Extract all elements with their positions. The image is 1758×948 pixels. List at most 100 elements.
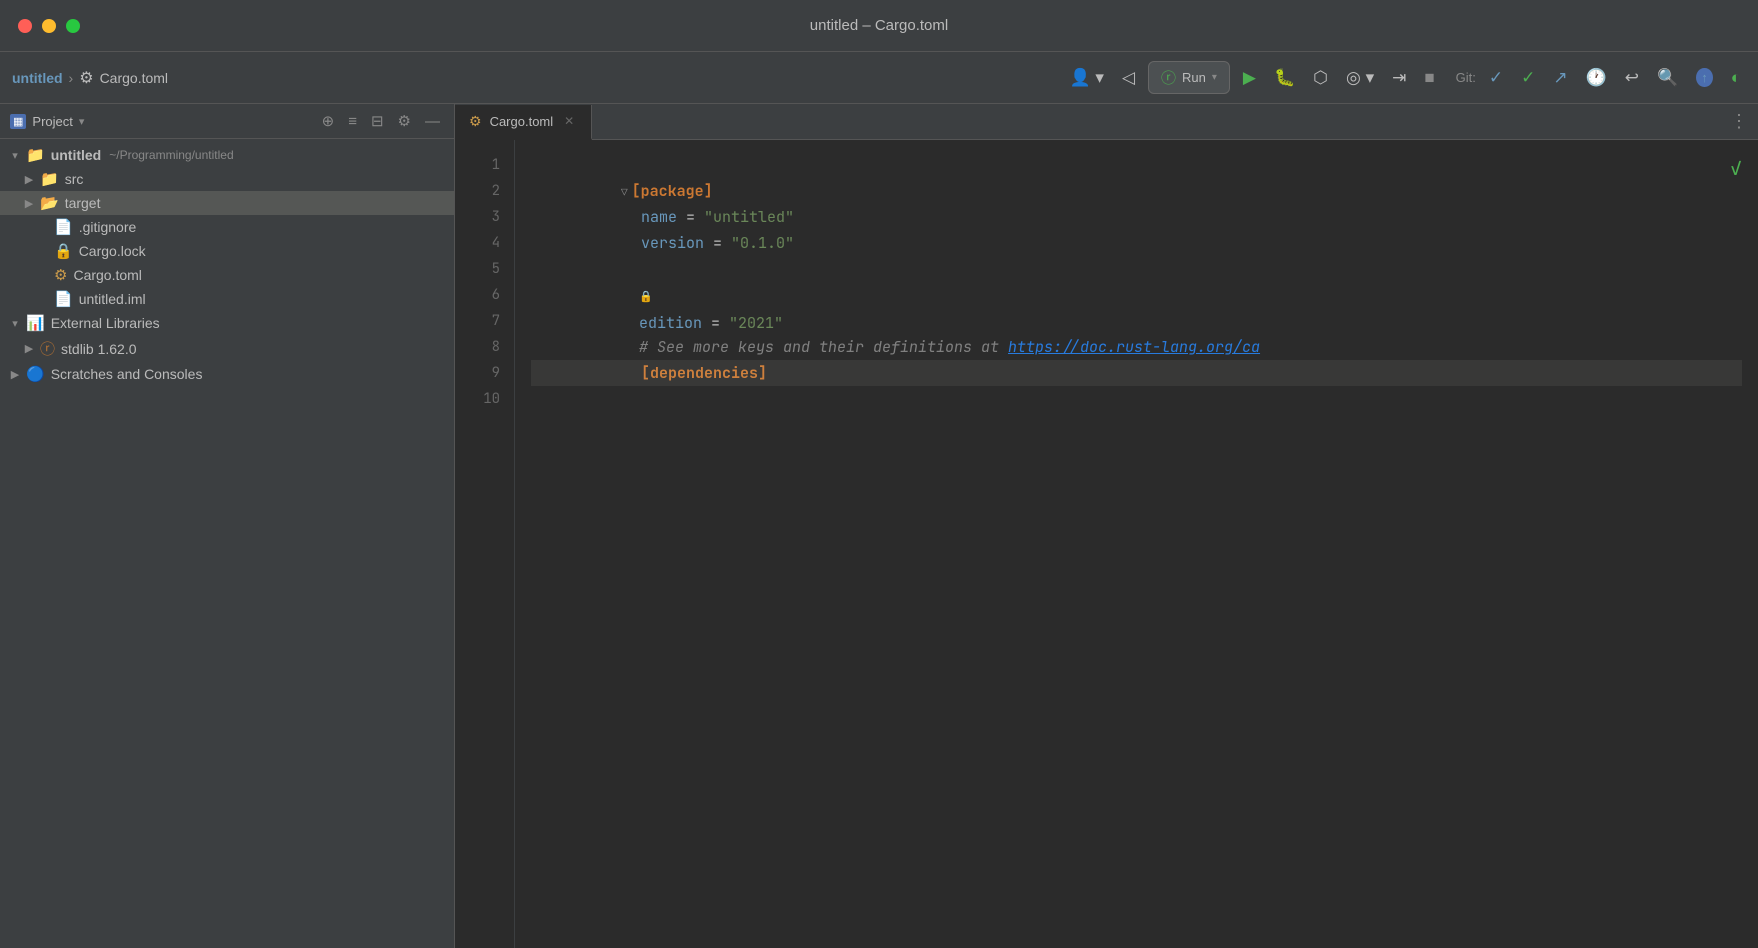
tab-label: Cargo.toml [490,114,554,129]
code-content[interactable]: ▽[package] name = "untitled" version = "… [515,140,1758,948]
close-sidebar-button[interactable]: — [421,110,444,132]
debug-icon: 🐛 [1274,68,1295,88]
git-commit-button[interactable]: ✓ [1516,64,1540,92]
tab-cargo-toml[interactable]: ⚙ Cargo.toml ✕ [455,105,592,140]
title-bar: untitled – Cargo.toml [0,0,1758,52]
account-button[interactable]: 👤 ▾ [1065,64,1109,92]
help-icon: ◐ [1731,68,1741,88]
run-dropdown-arrow: ▾ [1212,72,1217,83]
upload-icon: ↑ [1696,68,1713,87]
iml-label: untitled.iml [79,291,146,307]
cargo-toml-label: Cargo.toml [73,267,141,283]
expand-icon: ▶ [22,342,36,355]
sidebar-item-gitignore[interactable]: 📄 .gitignore [0,215,454,239]
profile-icon: ⬡ [1313,68,1328,88]
add-item-button[interactable]: ⊕ [318,110,339,132]
code-line-7 [531,308,1742,334]
git-push-button[interactable]: ↗ [1548,64,1572,92]
code-line-9[interactable] [531,360,1742,386]
scratches-icon: 🔵 [26,365,45,383]
run-icon: ⓡ [1161,67,1176,88]
editor-tabs: ⚙ Cargo.toml ✕ ⋮ [455,104,1758,140]
expand-icon: ▶ [22,197,36,210]
minimize-button[interactable] [42,19,56,33]
sidebar-item-stdlib[interactable]: ▶ ⓡ stdlib 1.62.0 [0,335,454,362]
file-icon: ⚙ [79,68,93,88]
sidebar: ▦ Project ▾ ⊕ ≡ ⊟ ⚙ — ▾ 📁 untitled ~/Pro… [0,104,455,948]
coverage-icon: ◎ ▾ [1346,68,1374,88]
stop-button[interactable]: ■ [1419,64,1439,92]
settings-button[interactable]: ⚙ [394,110,415,132]
sidebar-item-src[interactable]: ▶ 📁 src [0,167,454,191]
run-button[interactable]: ⓡ Run ▾ [1148,61,1230,94]
sidebar-item-cargo-lock[interactable]: 🔒 Cargo.lock [0,239,454,263]
line-num-8: 8 [455,334,514,360]
line-num-4: 4 [455,230,514,256]
line-num-6: 6 [455,282,514,308]
git-history-button[interactable]: 🕐 [1581,64,1612,92]
code-editor[interactable]: 1 2 3 4 5 6 7 8 9 10 ▽[package] name = [455,140,1758,948]
folder-icon: 📁 [26,146,45,164]
code-line-8: [dependencies] [531,334,1742,360]
git-update-button[interactable]: ✓ [1484,64,1508,92]
code-line-6: # See more keys and their definitions at… [531,282,1742,308]
toml-icon: ⚙ [54,266,67,284]
sidebar-item-scratches[interactable]: ▶ 🔵 Scratches and Consoles [0,362,454,386]
sidebar-item-cargo-toml[interactable]: ⚙ Cargo.toml [0,263,454,287]
more-run-icon: ⇥ [1392,68,1406,88]
line-num-7: 7 [455,308,514,334]
sidebar-item-target[interactable]: ▶ 📂 target [0,191,454,215]
code-line-2: name = "untitled" [531,178,1742,204]
filter-button[interactable]: ⊟ [367,110,388,132]
breadcrumb-separator: › [69,70,74,86]
maximize-button[interactable] [66,19,80,33]
git-label: Git: [1456,70,1476,85]
iml-icon: 📄 [54,290,73,308]
src-label: src [65,171,84,187]
sidebar-item-ext-libs[interactable]: ▾ 📊 External Libraries [0,311,454,335]
more-run-button[interactable]: ⇥ [1387,64,1411,92]
project-name: untitled [12,70,63,86]
target-label: target [65,195,101,211]
sidebar-item-untitled-iml[interactable]: 📄 untitled.iml [0,287,454,311]
back-icon: ◁ [1122,68,1135,88]
sidebar-actions: ⊕ ≡ ⊟ ⚙ — [318,110,444,132]
editor-area: ⚙ Cargo.toml ✕ ⋮ 1 2 3 4 5 6 7 8 9 10 [455,104,1758,948]
window-controls [18,19,80,33]
git-history-icon: 🕐 [1586,68,1607,88]
search-button[interactable]: 🔍 [1652,64,1683,92]
play-button[interactable]: ▶ [1238,64,1261,92]
collapse-all-button[interactable]: ≡ [344,110,361,132]
library-icon: 📊 [26,314,45,332]
help-button[interactable]: ◐ [1726,64,1746,92]
gitignore-label: .gitignore [79,219,137,235]
sidebar-chevron-icon: ▾ [79,115,85,128]
code-line-5 [531,256,1742,282]
expand-icon: ▾ [8,149,22,162]
sidebar-title-text: Project [32,114,72,129]
git-update-icon: ✓ [1489,68,1503,88]
coverage-button[interactable]: ◎ ▾ [1341,64,1379,92]
notifications-button[interactable]: ↑ [1691,64,1718,91]
ext-libs-label: External Libraries [51,315,160,331]
sidebar-title: ▦ Project ▾ [10,114,84,129]
file-tree: ▾ 📁 untitled ~/Programming/untitled ▶ 📁 … [0,139,454,948]
tabs-overflow-button[interactable]: ⋮ [1720,111,1758,132]
run-label: Run [1182,70,1206,85]
close-button[interactable] [18,19,32,33]
expand-icon: ▾ [8,317,22,330]
code-line-3: version = "0.1.0" [531,204,1742,230]
sidebar-item-root[interactable]: ▾ 📁 untitled ~/Programming/untitled [0,143,454,167]
code-line-10 [531,386,1742,412]
profile-button[interactable]: ⬡ [1308,64,1333,92]
stop-icon: ■ [1424,68,1434,88]
tab-file-icon: ⚙ [469,113,482,130]
back-button[interactable]: ◁ [1117,64,1140,92]
project-icon: ▦ [10,114,26,129]
code-line-1: ▽[package] [531,152,1742,178]
tab-close-button[interactable]: ✕ [561,113,577,129]
debug-button[interactable]: 🐛 [1269,64,1300,92]
play-icon: ▶ [1243,68,1256,88]
git-rollback-button[interactable]: ↩ [1620,64,1644,92]
git-rollback-icon: ↩ [1625,68,1639,88]
